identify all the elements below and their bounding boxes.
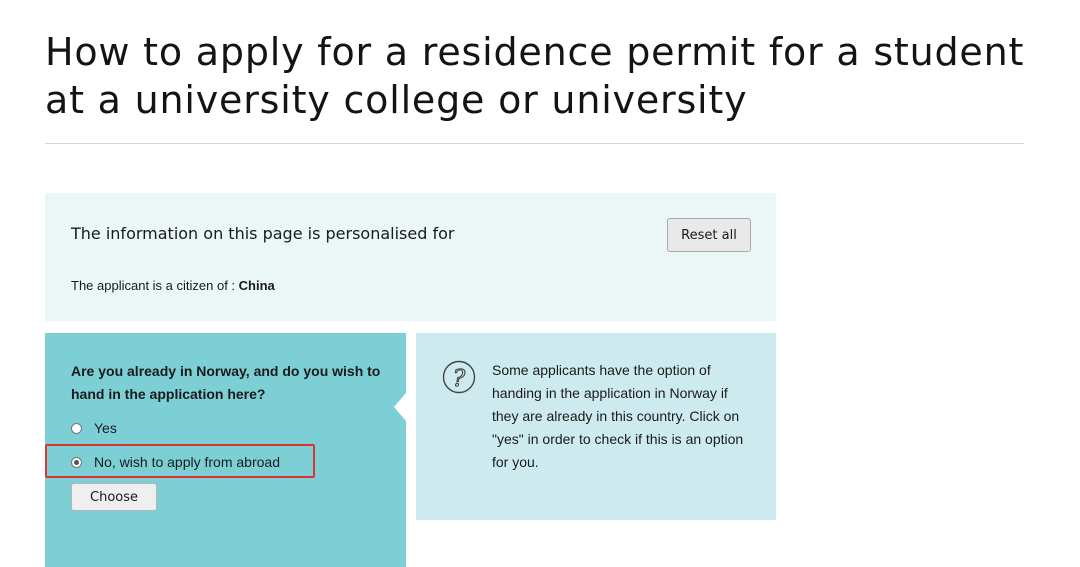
help-text: Some applicants have the option of handi… — [492, 362, 744, 470]
personalisation-heading: The information on this page is personal… — [71, 224, 455, 243]
question-text: Are you already in Norway, and do you wi… — [71, 363, 381, 402]
reset-all-button[interactable]: Reset all — [667, 218, 751, 252]
radio-no[interactable] — [71, 456, 82, 468]
radio-option-no[interactable]: No, wish to apply from abroad — [71, 451, 280, 473]
question-mark-icon: ? — [442, 360, 476, 394]
svg-text:?: ? — [453, 366, 466, 392]
choose-button[interactable]: Choose — [71, 483, 157, 511]
radio-yes-label: Yes — [94, 420, 117, 436]
personalisation-panel: The information on this page is personal… — [45, 193, 776, 321]
page: How to apply for a residence permit for … — [0, 0, 1080, 567]
radio-no-label: No, wish to apply from abroad — [94, 454, 280, 470]
radio-option-yes[interactable]: Yes — [71, 417, 117, 439]
title-divider — [45, 143, 1024, 144]
citizenship-line: The applicant is a citizen of : China — [71, 278, 275, 293]
question-panel: Are you already in Norway, and do you wi… — [45, 333, 406, 567]
citizenship-label: The applicant is a citizen of : — [71, 278, 239, 293]
radio-yes[interactable] — [71, 422, 82, 434]
citizenship-value: China — [238, 278, 275, 293]
help-panel: ? Some applicants have the option of han… — [416, 333, 776, 520]
page-title: How to apply for a residence permit for … — [45, 30, 1025, 122]
panel-pointer — [394, 393, 406, 421]
